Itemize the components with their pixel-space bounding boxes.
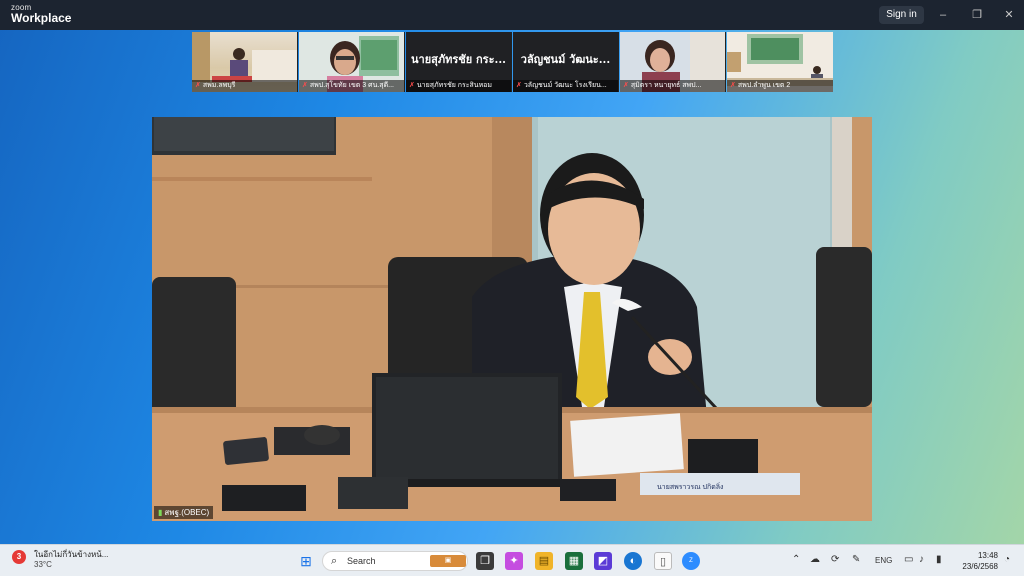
- notification-bell-icon[interactable]: ◔: [1004, 554, 1010, 565]
- brand-main-text: Workplace: [11, 11, 72, 25]
- close-button[interactable]: ✕: [998, 6, 1020, 24]
- sign-in-button[interactable]: Sign in: [879, 6, 924, 24]
- app-icon[interactable]: ◩: [594, 552, 612, 570]
- search-placeholder: Search: [347, 556, 376, 566]
- tray-overflow-icon[interactable]: ⌃: [792, 554, 800, 565]
- participant-display-name: นายสุภัทรชัย กระ...: [411, 53, 506, 66]
- speaker-video-frame: [152, 117, 872, 521]
- mic-muted-icon: ✗: [730, 82, 736, 89]
- participant-name: ✗ นายสุภัทรชัย กระสินหอม: [406, 80, 511, 92]
- zoom-logo: zoom Workplace: [11, 4, 72, 25]
- participant-tile[interactable]: ✗ สพป.ลำพูน เขต 2: [727, 32, 833, 92]
- volume-icon[interactable]: ♪: [919, 554, 924, 565]
- mic-muted-icon: ✗: [409, 82, 415, 89]
- participant-name: ✗ วลัญชนม์ วัฒนะ โรงเรียน...: [513, 80, 618, 92]
- minimize-button[interactable]: –: [932, 6, 954, 24]
- task-view-icon[interactable]: ❐: [476, 552, 494, 570]
- mic-muted-icon: ✗: [195, 82, 201, 89]
- battery-icon[interactable]: ▮: [936, 554, 942, 565]
- main-speaker-video[interactable]: นายสพราวรณ ปกิดลิ่ง ▮ สพฐ.(OBEC): [152, 117, 872, 521]
- mic-muted-icon: ✗: [623, 82, 629, 89]
- weather-alert-icon: 3: [12, 550, 26, 564]
- sync-icon[interactable]: ⟳: [831, 554, 839, 565]
- weather-temp: 33°C: [34, 560, 52, 569]
- speaker-nameplate: นายสพราวรณ ปกิดลิ่ง: [657, 484, 724, 491]
- clock-time: 13:48: [977, 551, 998, 560]
- participant-tile[interactable]: ✗ สพม.ลพบุรี: [192, 32, 298, 92]
- participant-display-name: วลัญชนม์ วัฒนะ...: [520, 53, 611, 66]
- participant-name: ✗ สพป.ลำพูน เขต 2: [727, 80, 833, 92]
- participant-name: ✗ สพม.ลพบุรี: [192, 80, 297, 92]
- participant-tile[interactable]: วลัญชนม์ วัฒนะ... ✗ วลัญชนม์ วัฒนะ โรงเรี…: [513, 32, 619, 92]
- maximize-button[interactable]: ❐: [966, 6, 988, 24]
- participant-tile[interactable]: ✗ สุมิตรา หนายุทธ์ สพป...: [620, 32, 726, 92]
- start-icon[interactable]: ⊞: [297, 552, 315, 570]
- cloud-icon[interactable]: ☁: [810, 554, 820, 565]
- notepad-icon[interactable]: ▯: [654, 552, 672, 570]
- language-indicator[interactable]: ENG: [875, 556, 892, 565]
- system-clock[interactable]: 13:48 23/6/2568: [958, 550, 998, 572]
- mic-muted-icon: ✗: [302, 82, 308, 89]
- zoom-icon[interactable]: Z: [682, 552, 700, 570]
- mic-muted-icon: ✗: [516, 82, 522, 89]
- search-icon: ⌕: [331, 555, 338, 567]
- title-bar: zoom Workplace Sign in – ❐ ✕: [0, 0, 1024, 30]
- copilot-icon[interactable]: ✦: [505, 552, 523, 570]
- windows-taskbar: 3 ในอีกไม่กี่วันข้างหน้... 33°C ⊞ ⌕ Sear…: [0, 544, 1024, 576]
- participant-strip: ✗ สพม.ลพบุรี ✗ สพป.สุโขทัย เขต 3 ศน.สุดี..…: [192, 32, 833, 92]
- search-highlight-icon[interactable]: ▣: [430, 555, 466, 567]
- participant-name: ✗ สพป.สุโขทัย เขต 3 ศน.สุดี...: [299, 80, 404, 92]
- display-icon[interactable]: ▭: [904, 554, 913, 565]
- file-explorer-icon[interactable]: ▤: [535, 552, 553, 570]
- speaker-name-label: ▮ สพฐ.(OBEC): [154, 506, 214, 519]
- participant-tile[interactable]: ✗ สพป.สุโขทัย เขต 3 ศน.สุดี...: [299, 32, 405, 92]
- signal-strength-icon: ▮: [158, 508, 163, 517]
- participant-tile[interactable]: นายสุภัทรชัย กระ... ✗ นายสุภัทรชัย กระสิน…: [406, 32, 512, 92]
- pen-icon[interactable]: ✎: [852, 554, 860, 565]
- participant-name: ✗ สุมิตรา หนายุทธ์ สพป...: [620, 80, 725, 92]
- edge-icon[interactable]: ◐: [624, 552, 642, 570]
- clock-date: 23/6/2568: [962, 562, 998, 571]
- store-icon[interactable]: ▦: [565, 552, 583, 570]
